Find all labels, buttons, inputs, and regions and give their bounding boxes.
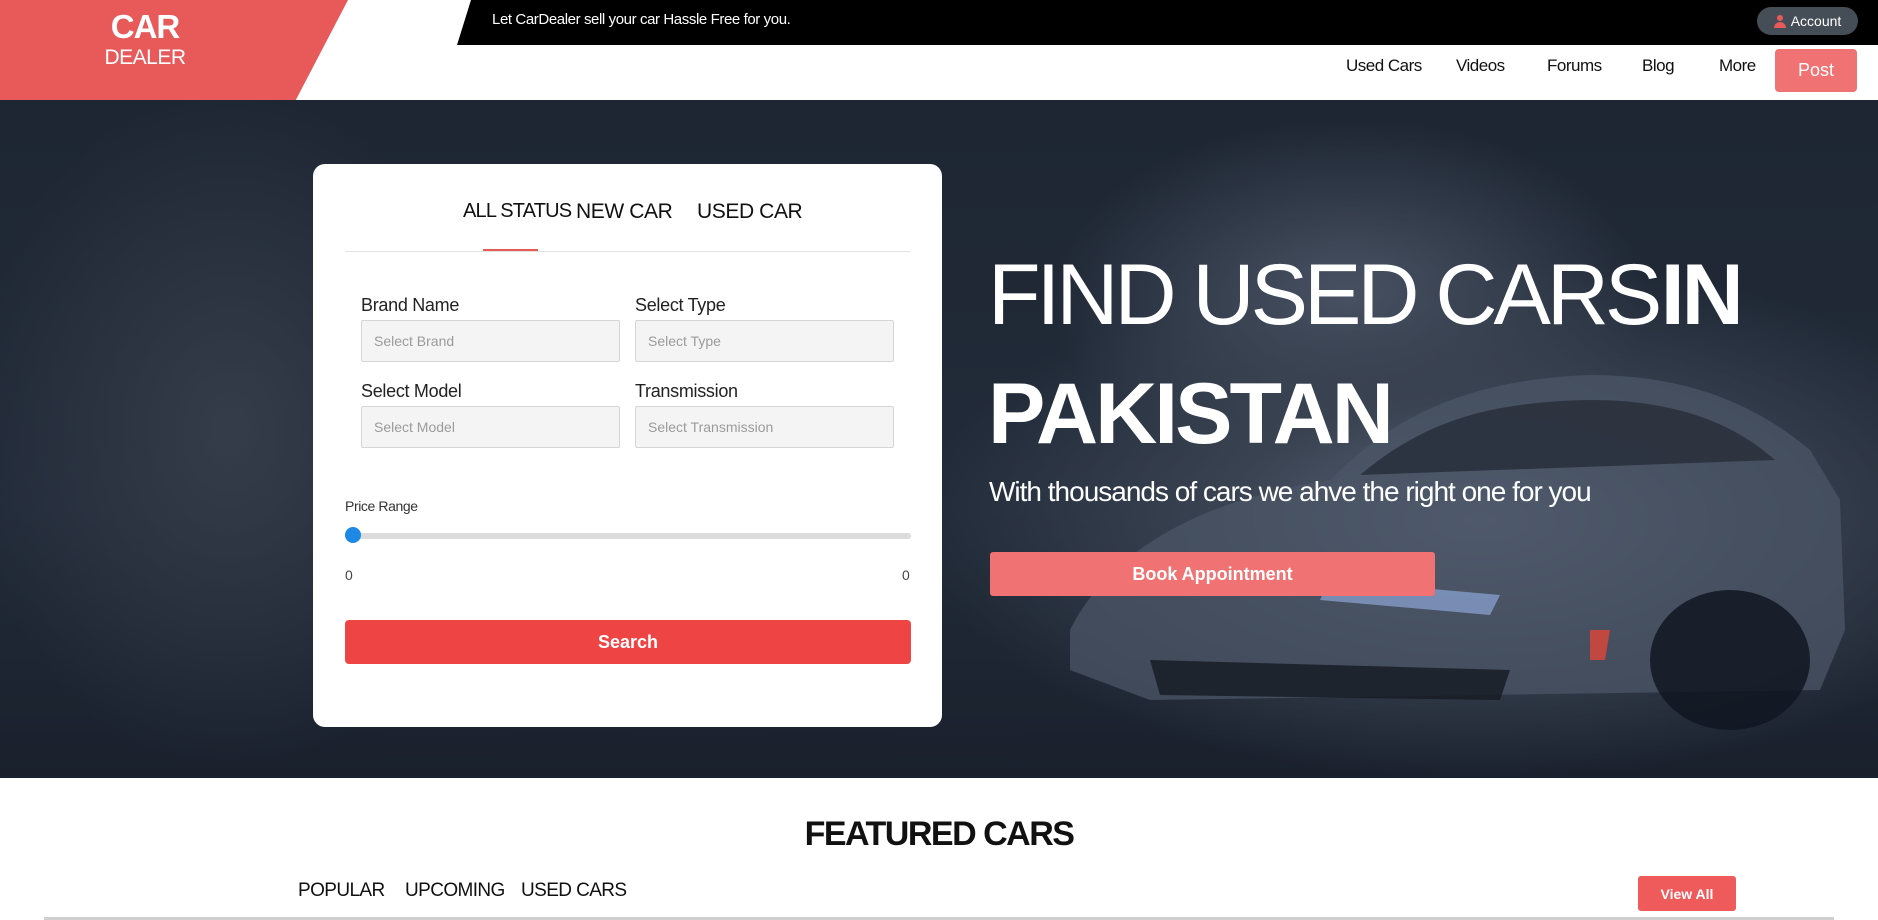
view-all-button[interactable]: View All bbox=[1638, 876, 1736, 911]
price-range-max: 0 bbox=[902, 567, 910, 583]
tab-new-car[interactable]: NEW CAR bbox=[576, 200, 673, 224]
type-label: Select Type bbox=[635, 295, 726, 315]
hero-subtitle: With thousands of cars we ahve the right… bbox=[989, 476, 1592, 507]
hero-section: ALL STATUS NEW CAR USED CAR Brand Name S… bbox=[0, 100, 1878, 778]
account-button[interactable]: Account bbox=[1757, 7, 1858, 35]
transmission-select[interactable] bbox=[635, 406, 894, 448]
featured-title: FEATURED CARS bbox=[804, 815, 1075, 853]
nav-forums[interactable]: Forums bbox=[1547, 56, 1602, 76]
brand-label: Brand Name bbox=[361, 295, 460, 315]
user-icon bbox=[1773, 14, 1786, 28]
model-label: Select Model bbox=[361, 381, 462, 401]
account-label: Account bbox=[1790, 13, 1842, 29]
nav-more[interactable]: More bbox=[1719, 56, 1756, 76]
book-appointment-button[interactable]: Book Appointment bbox=[990, 552, 1435, 596]
price-range-min: 0 bbox=[345, 567, 353, 583]
hero-title-part2: IN bbox=[1660, 247, 1744, 343]
brand-select[interactable] bbox=[361, 320, 620, 362]
logo-line-dealer: DEALER bbox=[104, 46, 186, 69]
tab-upcoming[interactable]: UPCOMING bbox=[405, 880, 505, 902]
post-button[interactable]: Post bbox=[1775, 49, 1857, 92]
tab-popular[interactable]: POPULAR bbox=[298, 880, 385, 902]
top-bar: Let CarDealer sell your car Hassle Free … bbox=[457, 0, 1878, 45]
tabs-divider bbox=[345, 251, 910, 252]
topbar-message: Let CarDealer sell your car Hassle Free … bbox=[492, 11, 791, 28]
site-logo[interactable]: CAR DEALER bbox=[95, 8, 195, 70]
type-select[interactable] bbox=[635, 320, 894, 362]
search-card: ALL STATUS NEW CAR USED CAR Brand Name S… bbox=[313, 164, 942, 727]
tab-used-cars[interactable]: USED CARS bbox=[521, 880, 627, 902]
nav-used-cars[interactable]: Used Cars bbox=[1346, 56, 1422, 76]
tab-used-car[interactable]: USED CAR bbox=[697, 200, 803, 224]
price-range-slider[interactable] bbox=[345, 533, 911, 539]
price-range-handle[interactable] bbox=[345, 527, 361, 543]
status-tabs: ALL STATUS NEW CAR USED CAR bbox=[313, 200, 942, 250]
tab-all-status[interactable]: ALL STATUS bbox=[463, 200, 572, 223]
model-select[interactable] bbox=[361, 406, 620, 448]
search-button[interactable]: Search bbox=[345, 620, 911, 664]
nav-videos[interactable]: Videos bbox=[1456, 56, 1505, 76]
hero-title-line2: PAKISTAN bbox=[988, 366, 1394, 462]
price-range-label: Price Range bbox=[345, 498, 418, 514]
hero-title: FIND USED CARS IN PAKISTAN bbox=[988, 247, 1744, 462]
hero-title-part1: FIND USED CARS bbox=[988, 247, 1662, 343]
transmission-label: Transmission bbox=[635, 381, 738, 401]
logo-line-car: CAR bbox=[110, 8, 181, 45]
nav-blog[interactable]: Blog bbox=[1642, 56, 1675, 76]
